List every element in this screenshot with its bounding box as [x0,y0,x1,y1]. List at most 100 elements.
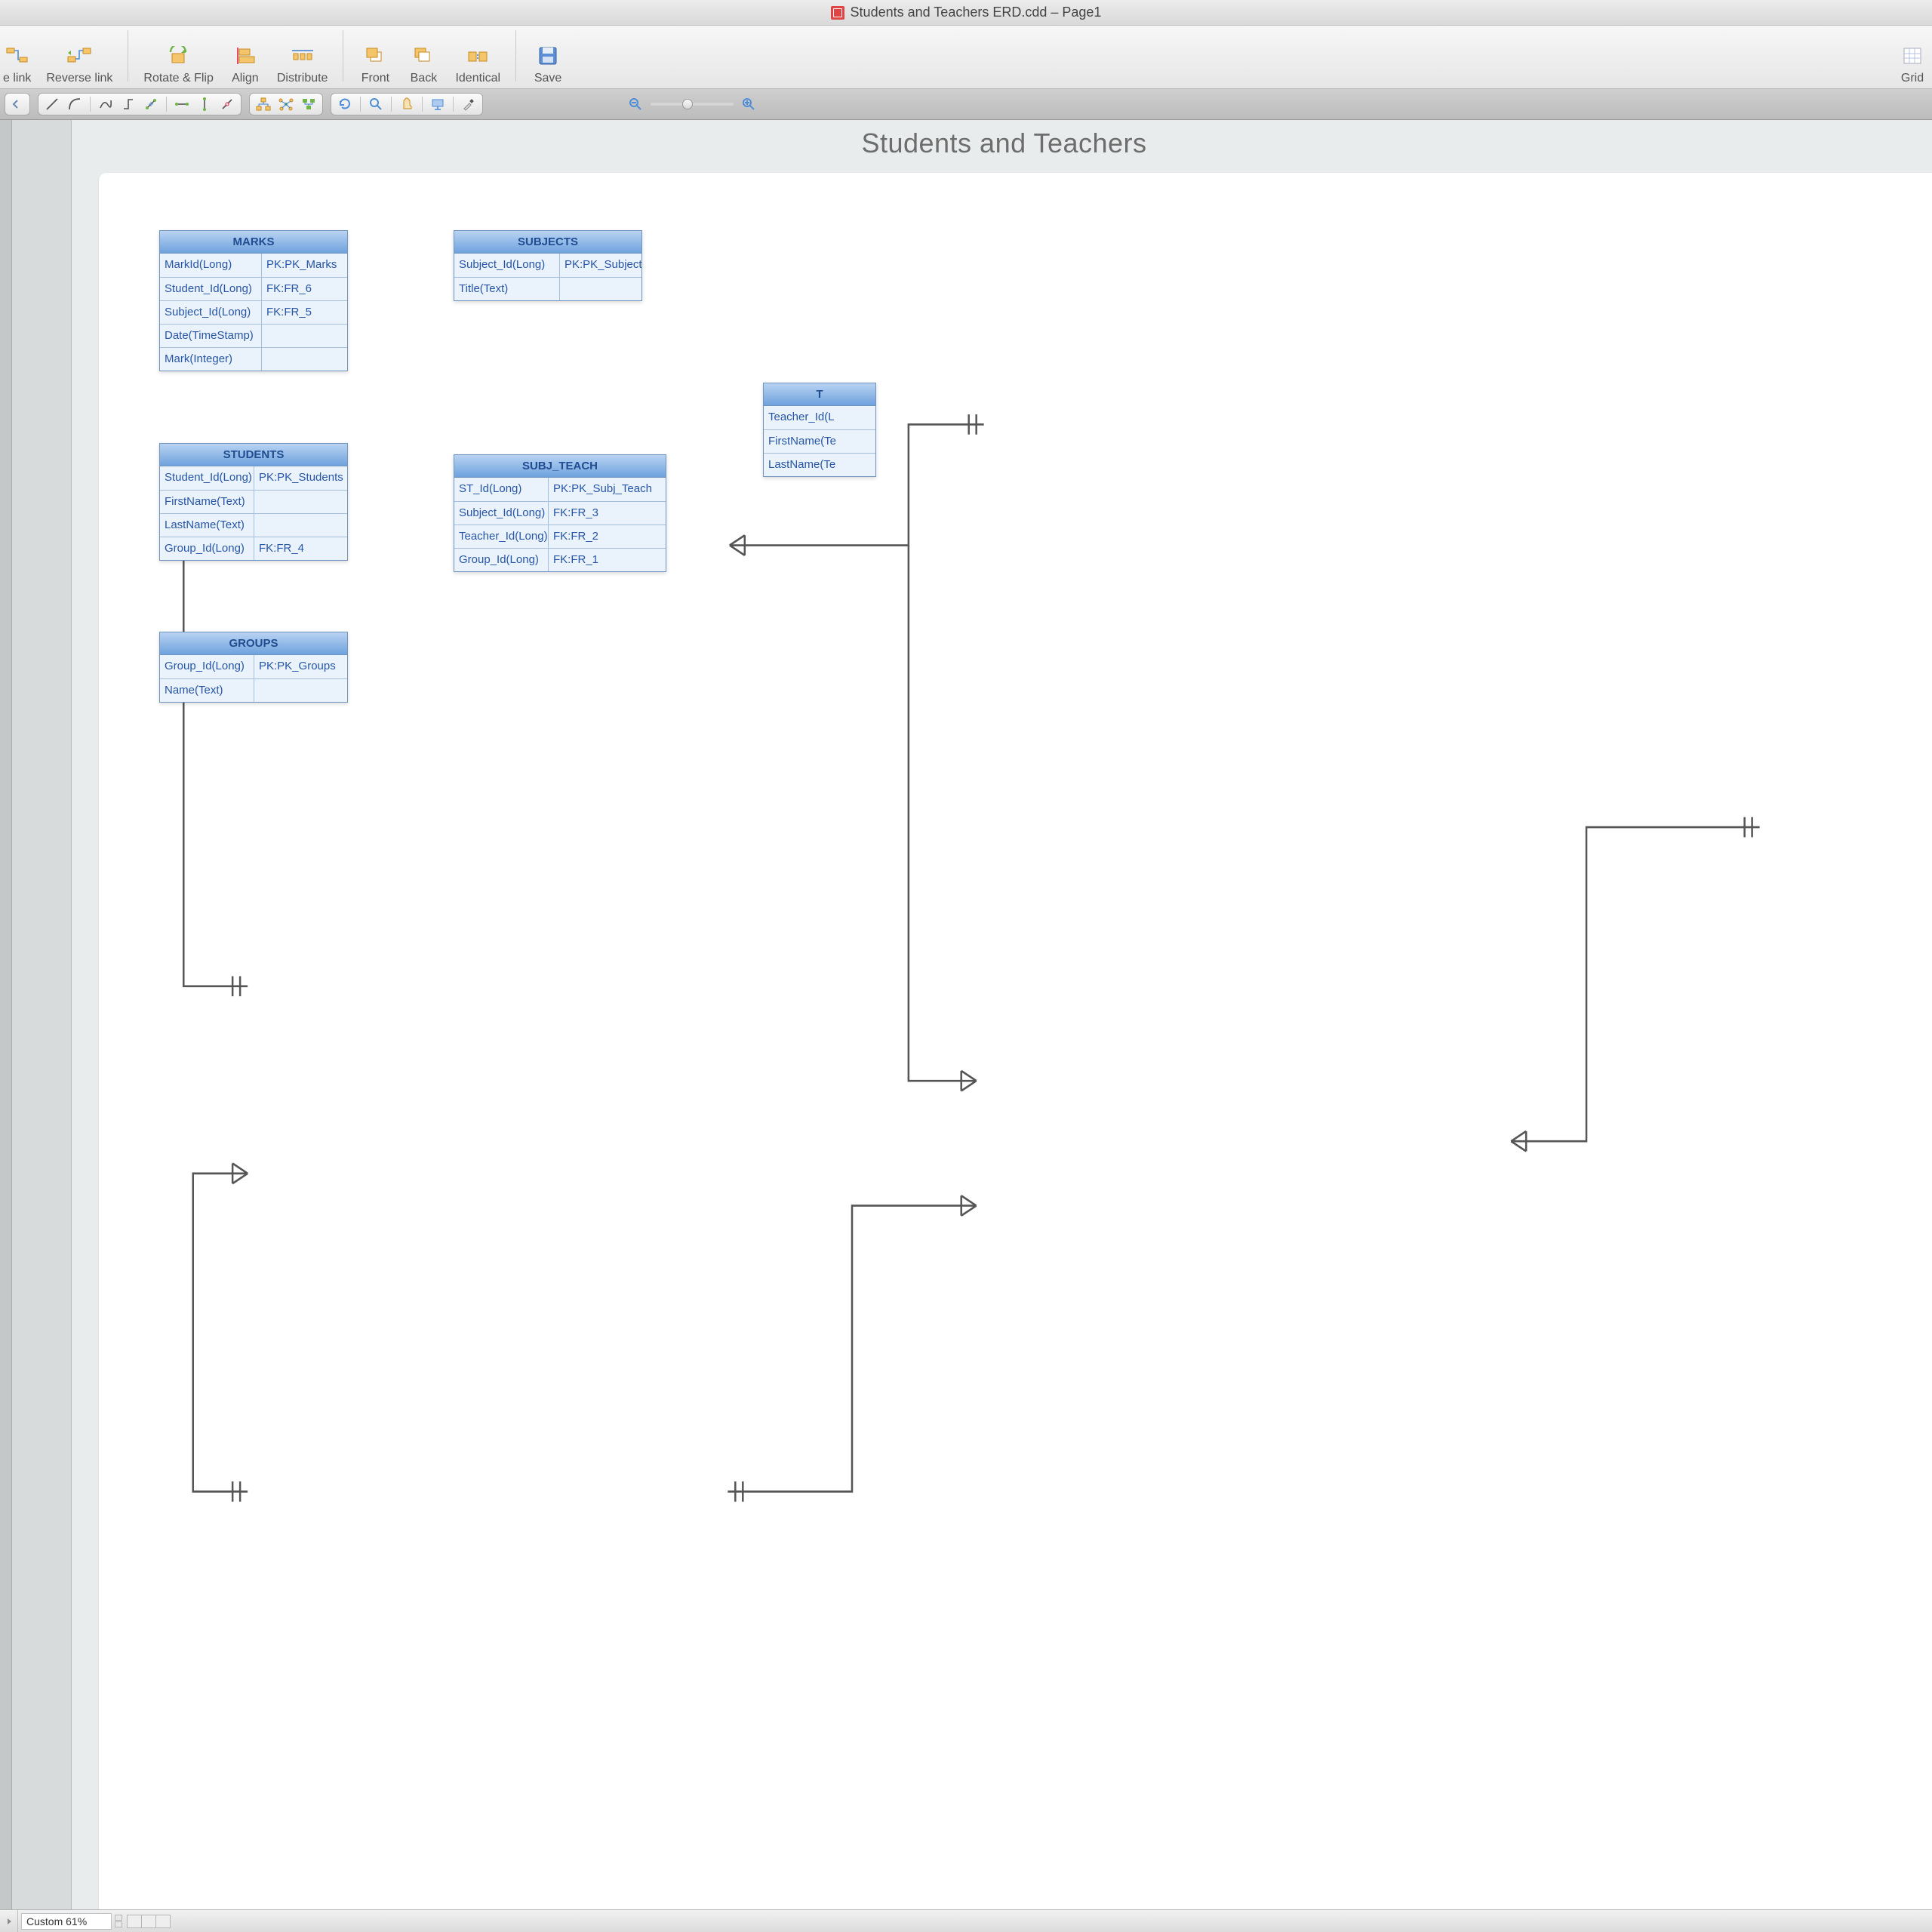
rotate-flip-button[interactable]: Rotate & Flip [143,42,213,85]
key-label [254,514,347,537]
line-tool[interactable] [45,97,60,112]
key-label [254,679,347,702]
view-tools-group [331,93,483,115]
align-icon [232,42,259,69]
grid-button[interactable]: Grid [1896,42,1929,85]
field-label: MarkId(Long) [160,254,262,277]
key-label: PK:PK_Marks [262,254,347,277]
link-button[interactable]: e link [3,42,31,85]
entity-subjects[interactable]: SUBJECTS Subject_Id(Long)PK:PK_Subjects … [454,230,642,301]
eyedropper-tool[interactable] [461,97,476,112]
entity-body: ST_Id(Long)PK:PK_Subj_Teach Subject_Id(L… [454,478,666,571]
presentation-tool[interactable] [430,97,445,112]
pan-tool[interactable] [399,97,414,112]
field-label: FirstName(Te [764,430,875,453]
entity-teachers[interactable]: T Teacher_Id(L FirstName(Te LastName(Te [763,383,876,477]
entity-body: Group_Id(Long)PK:PK_Groups Name(Text) [160,655,347,702]
rotate-icon [165,42,192,69]
page-area: Students and Teachers [71,120,1932,1909]
identical-button[interactable]: Identical [455,42,500,85]
align-button[interactable]: Align [229,42,262,85]
status-bar: Custom 61% [0,1909,1932,1932]
key-label: PK:PK_Subjects [560,254,641,277]
tree-layout-tool[interactable] [256,97,271,112]
entity-subj-teach[interactable]: SUBJ_TEACH ST_Id(Long)PK:PK_Subj_Teach S… [454,454,666,572]
diagram-title: Students and Teachers [72,128,1932,159]
page: MARKS MarkId(Long)PK:PK_Marks Student_Id… [99,173,1932,1909]
front-button[interactable]: Front [358,42,392,85]
zoom-out-button[interactable] [628,97,643,112]
icon-toolbar [0,89,1932,120]
field-label: LastName(Te [764,454,875,476]
zoom-tool[interactable] [368,97,383,112]
ribbon-toolbar: e link Reverse link Rotate & Flip Align … [0,26,1932,89]
zoom-slider[interactable] [628,97,756,112]
connectors-layer [99,173,1932,1909]
zoom-track[interactable] [651,103,734,106]
link-label: e link [3,72,31,85]
canvas-workspace[interactable]: Students and Teachers [0,120,1932,1909]
key-label: FK:FR_2 [549,525,666,548]
rotate-flip-label: Rotate & Flip [143,72,213,85]
reverse-link-button[interactable]: Reverse link [46,42,112,85]
key-label [560,278,641,300]
radial-layout-tool[interactable] [278,97,294,112]
zoom-stepper[interactable] [115,1915,122,1927]
field-label: Title(Text) [454,278,560,300]
entity-header: STUDENTS [160,444,347,466]
field-label: Group_Id(Long) [454,549,549,571]
connector-tools-group [38,93,242,115]
document-icon [831,6,844,20]
entity-students[interactable]: STUDENTS Student_Id(Long)PK:PK_Students … [159,443,348,561]
field-label: Subject_Id(Long) [454,254,560,277]
ribbon-separator [515,30,516,82]
elbow-tool[interactable] [121,97,136,112]
entity-header: T [764,383,875,406]
key-label: FK:FR_6 [262,278,347,300]
vertical-ruler [0,120,12,1909]
field-label: Mark(Integer) [160,348,262,371]
cluster-layout-tool[interactable] [301,97,316,112]
break-tool[interactable] [220,97,235,112]
window-titlebar: Students and Teachers ERD.cdd – Page1 [0,0,1932,26]
entity-header: GROUPS [160,632,347,655]
hsegment-tool[interactable] [174,97,189,112]
field-label: ST_Id(Long) [454,478,549,501]
statusbar-prev-icon[interactable] [0,1910,18,1932]
link-icon [4,42,31,69]
save-button[interactable]: Save [531,42,565,85]
save-icon [534,42,561,69]
key-label [262,348,347,371]
prev-page-button[interactable] [8,97,23,112]
field-label: LastName(Text) [160,514,254,537]
zoom-thumb[interactable] [682,99,693,109]
distribute-button[interactable]: Distribute [277,42,328,85]
key-label: PK:PK_Groups [254,655,347,678]
field-label: Subject_Id(Long) [454,502,549,525]
key-label [254,491,347,513]
back-button[interactable]: Back [407,42,440,85]
zoom-level-select[interactable]: Custom 61% [21,1913,112,1930]
entity-marks[interactable]: MARKS MarkId(Long)PK:PK_Marks Student_Id… [159,230,348,371]
view-mode-buttons[interactable] [127,1915,170,1928]
vsegment-tool[interactable] [197,97,212,112]
reverse-link-label: Reverse link [46,72,112,85]
identical-icon [464,42,491,69]
entity-header: MARKS [160,231,347,254]
node-insert-tool[interactable] [143,97,158,112]
entity-groups[interactable]: GROUPS Group_Id(Long)PK:PK_Groups Name(T… [159,632,348,703]
key-label: FK:FR_3 [549,502,666,525]
arc-tool[interactable] [67,97,82,112]
spline-tool[interactable] [98,97,113,112]
field-label: Student_Id(Long) [160,466,254,490]
field-label: Name(Text) [160,679,254,702]
key-label [262,325,347,347]
field-label: Group_Id(Long) [160,655,254,678]
zoom-in-button[interactable] [741,97,756,112]
distribute-label: Distribute [277,72,328,85]
align-label: Align [232,72,259,85]
identical-label: Identical [455,72,500,85]
refresh-tool[interactable] [337,97,352,112]
reverse-link-icon [66,42,93,69]
distribute-icon [289,42,316,69]
